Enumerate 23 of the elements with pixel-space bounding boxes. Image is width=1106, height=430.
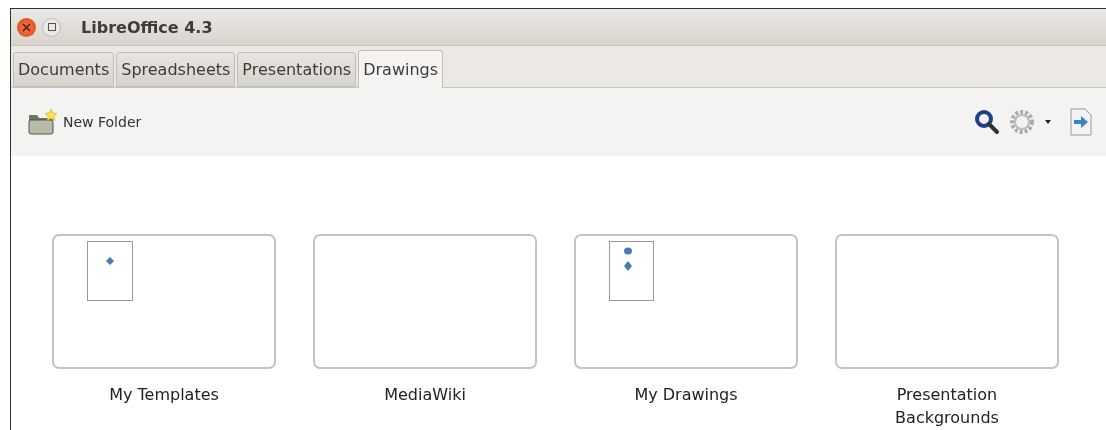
tab[interactable]: Spreadsheets xyxy=(116,52,236,87)
settings-icon[interactable] xyxy=(1008,108,1036,136)
tab[interactable]: Documents xyxy=(13,52,115,87)
folder-name: My Drawings xyxy=(633,384,739,406)
folder-name: Presentation Backgrounds xyxy=(894,384,1000,430)
folder-name: My Templates xyxy=(108,384,220,406)
search-icon[interactable] xyxy=(974,109,1000,135)
folder-star-icon xyxy=(27,109,57,135)
page-preview xyxy=(609,241,654,301)
maximize-icon[interactable] xyxy=(42,17,61,37)
folder-thumbnail[interactable] xyxy=(313,234,537,369)
close-icon[interactable] xyxy=(17,17,36,37)
export-document-icon[interactable] xyxy=(1070,108,1092,136)
tab[interactable]: Drawings xyxy=(358,50,444,88)
folder-thumbnail[interactable] xyxy=(574,234,798,369)
new-folder-button[interactable]: New Folder xyxy=(27,109,142,135)
folder-name: MediaWiki xyxy=(383,384,467,406)
page-preview xyxy=(87,241,133,301)
dropdown-caret-icon[interactable] xyxy=(1044,119,1052,125)
folder-thumbnail[interactable] xyxy=(52,234,276,369)
tab[interactable]: Presentations xyxy=(237,52,357,87)
window-title: LibreOffice 4.3 xyxy=(81,17,213,37)
folder-thumbnail[interactable] xyxy=(835,234,1059,369)
